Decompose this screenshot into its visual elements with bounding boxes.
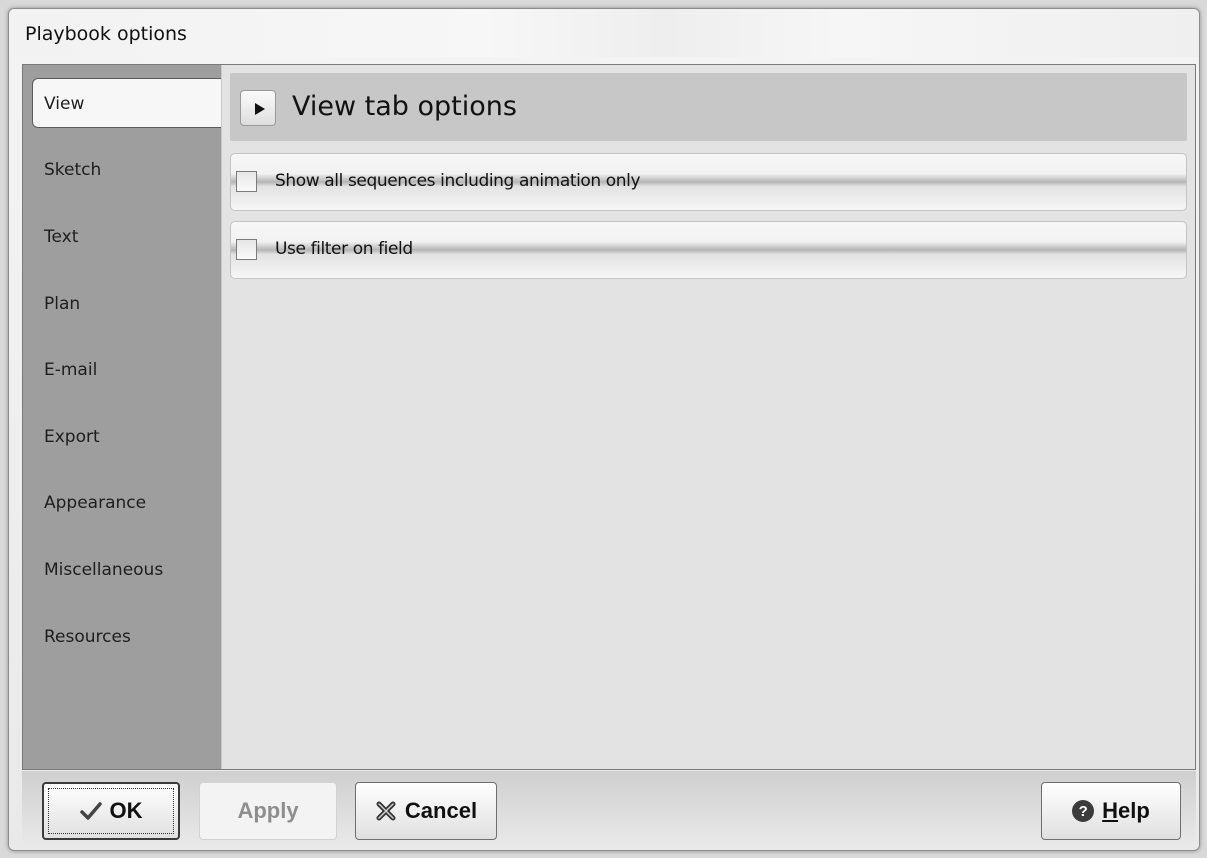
option-row-show-all-sequences: Show all sequences including animation o… xyxy=(230,153,1187,211)
option-label[interactable]: Show all sequences including animation o… xyxy=(275,171,641,191)
dialog-body: View Sketch Text Plan E-mail Export Appe… xyxy=(22,64,1196,770)
cancel-label: Cancel xyxy=(404,798,478,823)
help-label-rest: elp xyxy=(1118,798,1150,823)
sidebar-item-miscellaneous[interactable]: Miscellaneous xyxy=(23,545,221,595)
sidebar-item-label: Appearance xyxy=(44,493,147,513)
sidebar-item-label: View xyxy=(44,94,85,114)
sidebar-item-label: Text xyxy=(44,227,79,247)
show-all-sequences-checkbox[interactable] xyxy=(236,171,257,192)
help-label: Help xyxy=(1102,798,1150,824)
title-bar: Playbook options xyxy=(9,9,1199,57)
apply-button[interactable]: Apply xyxy=(199,782,337,840)
expand-button[interactable] xyxy=(240,90,276,126)
option-row-use-filter: Use filter on field xyxy=(230,221,1187,279)
sidebar-item-label: E-mail xyxy=(44,360,98,380)
expand-arrow-icon xyxy=(255,103,265,115)
use-filter-checkbox[interactable] xyxy=(236,239,257,260)
ok-button[interactable]: OK xyxy=(42,782,180,840)
cancel-button[interactable]: Cancel xyxy=(355,782,497,840)
sidebar-item-email[interactable]: E-mail xyxy=(23,345,221,395)
panel-header: View tab options xyxy=(230,73,1187,141)
option-label[interactable]: Use filter on field xyxy=(275,239,413,259)
sidebar-item-resources[interactable]: Resources xyxy=(23,612,221,662)
help-button[interactable]: ? Help xyxy=(1041,782,1181,840)
panel-title: View tab options xyxy=(292,91,517,122)
sidebar-item-label: Miscellaneous xyxy=(44,560,164,580)
apply-label: Apply xyxy=(237,798,299,823)
help-mnemonic: H xyxy=(1102,798,1119,823)
button-bar: OK Apply Cancel ? Help xyxy=(22,771,1196,846)
sidebar-item-appearance[interactable]: Appearance xyxy=(23,478,221,528)
sidebar-item-label: Export xyxy=(44,427,100,447)
x-icon xyxy=(375,800,397,822)
window-title: Playbook options xyxy=(25,23,187,45)
sidebar-item-text[interactable]: Text xyxy=(23,212,221,262)
sidebar-item-export[interactable]: Export xyxy=(23,412,221,462)
sidebar-item-view[interactable]: View xyxy=(32,78,222,128)
sidebar-item-label: Resources xyxy=(44,627,131,647)
options-panel: View tab options Show all sequences incl… xyxy=(221,65,1195,769)
sidebar: View Sketch Text Plan E-mail Export Appe… xyxy=(23,65,222,769)
sidebar-item-plan[interactable]: Plan xyxy=(23,279,221,329)
sidebar-item-label: Sketch xyxy=(44,160,102,180)
sidebar-item-label: Plan xyxy=(44,294,81,314)
ok-label: OK xyxy=(109,798,143,823)
sidebar-item-sketch[interactable]: Sketch xyxy=(23,145,221,195)
checkmark-icon xyxy=(79,801,102,821)
question-mark-icon: ? xyxy=(1072,800,1095,822)
options-dialog: Playbook options View Sketch Text Plan E… xyxy=(8,8,1200,851)
